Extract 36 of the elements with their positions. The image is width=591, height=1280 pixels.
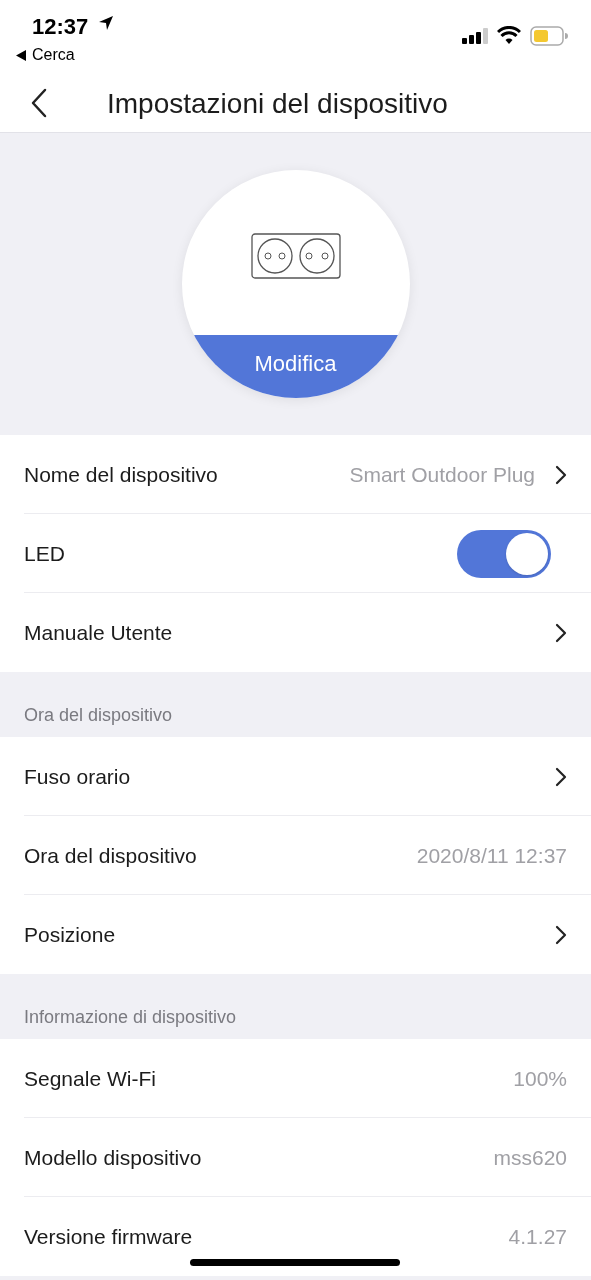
wifi-icon — [497, 26, 521, 44]
socket-icon — [250, 232, 341, 279]
back-to-app-link[interactable]: Cerca — [32, 43, 75, 67]
row-label: Modello dispositivo — [24, 1144, 203, 1171]
row-value: 4.1.27 — [508, 1223, 567, 1250]
row-label: Versione firmware — [24, 1223, 194, 1250]
status-time: 12:37 — [32, 13, 89, 41]
chevron-icon — [555, 622, 567, 643]
row-label: Manuale Utente — [24, 619, 174, 646]
led-toggle[interactable] — [457, 529, 551, 578]
row-label: Nome del dispositivo — [24, 461, 219, 488]
device-avatar[interactable]: Modifica — [181, 170, 410, 398]
chevron-icon — [555, 924, 567, 945]
row-label: LED — [24, 540, 66, 567]
row-label: Segnale Wi-Fi — [24, 1065, 157, 1092]
row-label: Posizione — [24, 921, 117, 948]
settings-row[interactable]: Manuale Utente — [0, 593, 591, 672]
page-title: Impostazioni del dispositivo — [107, 87, 448, 121]
row-value: Smart Outdoor Plug — [349, 461, 535, 488]
settings-row[interactable]: Nome del dispositivo Smart Outdoor Plug — [0, 435, 591, 514]
settings-row[interactable]: Fuso orario — [0, 737, 591, 816]
chevron-icon — [555, 766, 567, 787]
back-triangle-icon — [16, 49, 26, 61]
row-value: mss620 — [493, 1144, 567, 1171]
row-value: 2020/8/11 12:37 — [416, 842, 567, 869]
battery-icon — [530, 26, 568, 46]
back-icon[interactable] — [30, 88, 48, 118]
signal-icon — [462, 28, 489, 44]
row-label: Fuso orario — [24, 763, 132, 790]
settings-row[interactable]: Posizione — [0, 895, 591, 974]
section-header: Ora del dispositivo — [23, 704, 174, 727]
section-header: Informazione di dispositivo — [23, 1006, 238, 1029]
location-arrow-icon — [98, 15, 114, 31]
row-value: 100% — [513, 1065, 567, 1092]
chevron-icon — [555, 464, 567, 485]
row-label: Ora del dispositivo — [24, 842, 198, 869]
